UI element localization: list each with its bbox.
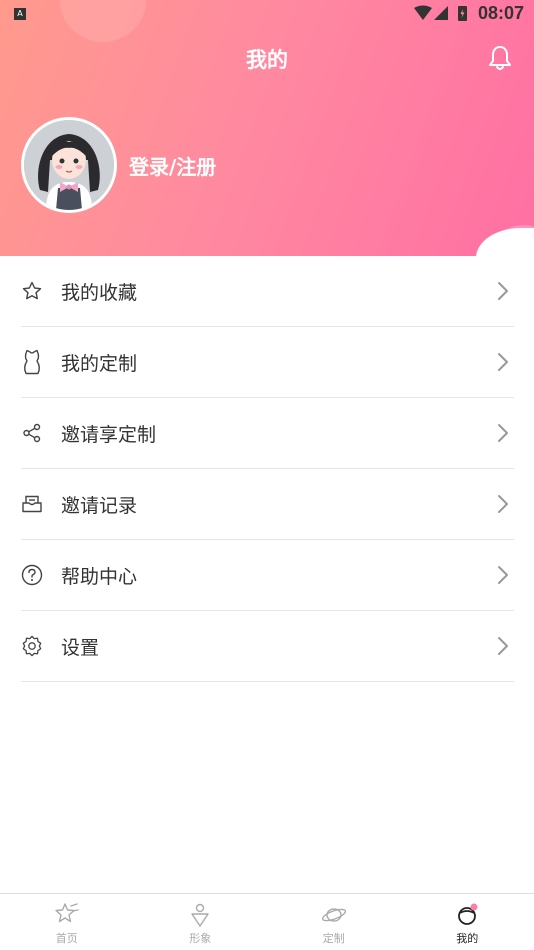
- tab-custom[interactable]: 定制: [267, 894, 401, 950]
- menu-item-settings[interactable]: 设置: [21, 611, 514, 682]
- tab-home[interactable]: 首页: [0, 894, 134, 950]
- tab-label: 定制: [322, 932, 345, 945]
- page-title: 我的: [246, 48, 288, 72]
- signal-icon: [434, 6, 448, 20]
- menu-item-my-custom[interactable]: 我的定制: [21, 327, 514, 398]
- menu-item-invite-records[interactable]: 邀请记录: [21, 469, 514, 540]
- chevron-right-icon: [498, 637, 508, 655]
- tab-label: 首页: [55, 932, 78, 945]
- chevron-right-icon: [498, 424, 508, 442]
- profile-header: A 08:07 我的 登录/注册: [0, 0, 534, 256]
- avatar-illustration: [24, 120, 114, 210]
- login-register-link[interactable]: 登录/注册: [129, 151, 216, 180]
- menu-list: 我的收藏 我的定制 邀请享定制 邀请记录 帮助中心 设置: [21, 256, 514, 682]
- system-icons: [414, 5, 467, 21]
- bottom-tab-bar: 首页 形象 定制 我的: [0, 893, 534, 950]
- menu-item-label: 邀请享定制: [61, 423, 157, 446]
- tab-label: 形象: [189, 932, 212, 945]
- image-icon: [191, 903, 209, 927]
- header-curve: [476, 228, 534, 256]
- star-icon: [21, 279, 43, 303]
- profile-icon: [458, 903, 478, 925]
- settings-icon: [21, 634, 43, 658]
- chevron-right-icon: [498, 495, 508, 513]
- chevron-right-icon: [498, 566, 508, 584]
- menu-item-invite[interactable]: 邀请享定制: [21, 398, 514, 469]
- menu-item-label: 我的收藏: [61, 281, 138, 304]
- status-time: 08:07: [477, 3, 524, 23]
- tab-image[interactable]: 形象: [134, 894, 268, 950]
- notification-icon: A: [14, 8, 26, 20]
- status-bar: A 08:07: [0, 0, 534, 28]
- menu-item-label: 邀请记录: [61, 494, 138, 517]
- tab-label: 我的: [456, 932, 479, 945]
- custom-icon: [321, 908, 346, 922]
- chevron-right-icon: [498, 353, 508, 371]
- bell-icon[interactable]: [487, 44, 513, 72]
- garment-icon: [21, 349, 43, 375]
- chevron-right-icon: [498, 282, 508, 300]
- menu-item-favorites[interactable]: 我的收藏: [21, 256, 514, 327]
- avatar[interactable]: [21, 117, 117, 213]
- share-icon: [21, 421, 43, 445]
- home-icon: [55, 903, 79, 923]
- record-icon: [21, 492, 43, 516]
- menu-item-label: 帮助中心: [61, 565, 138, 588]
- menu-item-label: 我的定制: [61, 352, 138, 375]
- menu-item-help[interactable]: 帮助中心: [21, 540, 514, 611]
- help-icon: [21, 563, 43, 587]
- wifi-icon: [414, 5, 432, 20]
- tab-profile[interactable]: 我的: [401, 894, 534, 950]
- menu-item-label: 设置: [61, 636, 100, 659]
